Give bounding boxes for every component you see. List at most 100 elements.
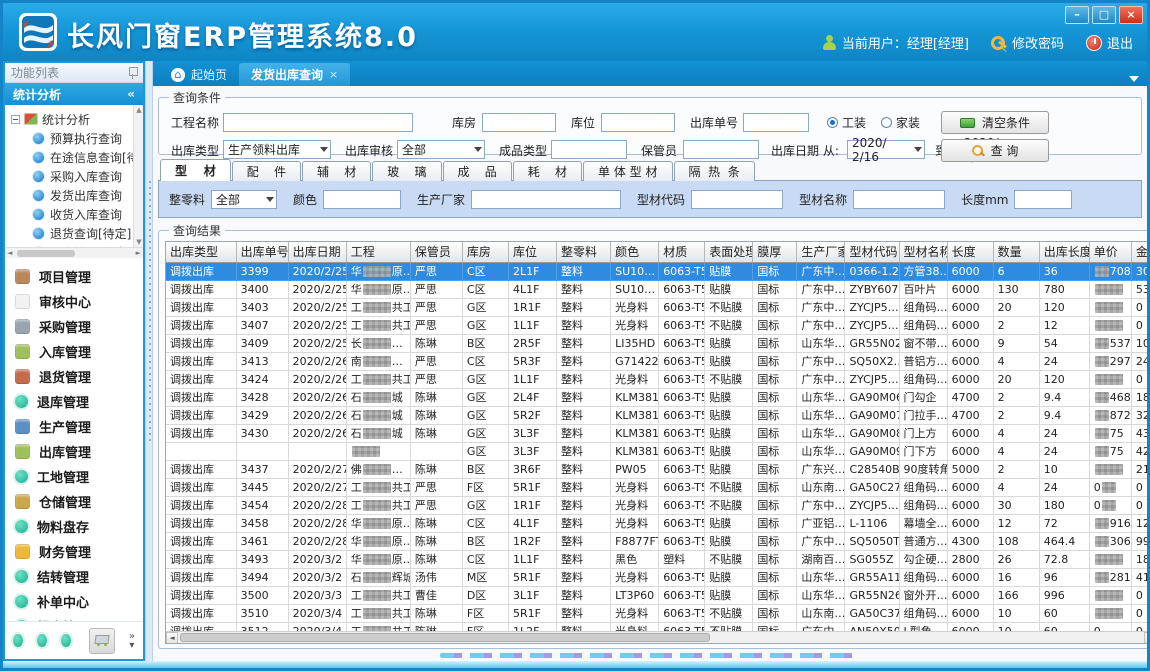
table-row[interactable]: 调拨出库34032020/2/25工共工程严思G区1R1F整料光身料6063-T… xyxy=(166,298,1147,316)
location-input[interactable] xyxy=(601,113,675,132)
table-row[interactable]: G区3L3F整料KLM38176063-T5贴膜国标山东华…GA90M09.门下… xyxy=(166,442,1147,460)
material-tab-5[interactable]: 耗 材 xyxy=(513,161,582,181)
tree-item[interactable]: 在途信息查询[待 xyxy=(11,148,143,167)
column-header[interactable]: 出库单号 xyxy=(236,242,288,262)
table-row[interactable]: 调拨出库35102020/3/4工共工程陈琳F区5R1F整料光身料6063-T5… xyxy=(166,604,1147,622)
section-header[interactable]: 统计分析 « xyxy=(5,83,143,105)
project-name-input[interactable] xyxy=(223,113,413,132)
color-input[interactable] xyxy=(323,190,401,209)
column-header[interactable]: 表面处理 xyxy=(705,242,753,262)
column-header[interactable]: 出库长度 xyxy=(1039,242,1089,262)
pin-icon[interactable] xyxy=(128,67,137,79)
radio-home[interactable]: 家装 xyxy=(881,114,920,131)
material-tab-1[interactable]: 配 件 xyxy=(232,161,301,181)
material-tab-4[interactable]: 成 品 xyxy=(443,161,512,181)
scrollbar-thumb[interactable] xyxy=(180,633,710,642)
column-header[interactable]: 出库日期 xyxy=(288,242,346,262)
table-row[interactable]: 调拨出库34092020/2/25长…陈琳B区2R5F整料LI35HD6063-… xyxy=(166,334,1147,352)
column-header[interactable]: 膜厚 xyxy=(753,242,797,262)
module-cart-button[interactable] xyxy=(89,628,115,654)
column-header[interactable]: 材质 xyxy=(659,242,705,262)
column-header[interactable]: 单价 xyxy=(1089,242,1131,262)
material-tab-6[interactable]: 单 体 型 材 xyxy=(583,161,672,181)
sidebar-module-circle[interactable]: 物料盘存 xyxy=(15,514,143,539)
table-row[interactable]: 调拨出库33992020/2/25华原…严思C区2L1F整料SU10…6063-… xyxy=(166,262,1147,280)
column-header[interactable]: 整零料 xyxy=(557,242,611,262)
keeper-input[interactable] xyxy=(683,140,759,159)
material-tab-7[interactable]: 隔 热 条 xyxy=(674,161,755,181)
sidebar-splitter[interactable] xyxy=(145,61,153,661)
material-tab-3[interactable]: 玻 璃 xyxy=(372,161,441,181)
scrollbar-thumb[interactable] xyxy=(17,250,75,257)
tree-vertical-scrollbar[interactable]: ▲ ▼ xyxy=(133,105,143,247)
tab-close-icon[interactable]: × xyxy=(329,68,338,81)
sidebar-module-folder[interactable]: 财务管理 xyxy=(15,539,143,564)
profile-code-input[interactable] xyxy=(691,190,783,209)
table-row[interactable]: 调拨出库35122020/3/4工共工程陈琳F区1L2F整料光身料6063-T5… xyxy=(166,622,1147,631)
table-row[interactable]: 调拨出库34542020/2/28工共工程严思G区1R1F整料光身料6063-T… xyxy=(166,496,1147,514)
column-header[interactable]: 生产厂家 xyxy=(797,242,845,262)
warehouse-input[interactable] xyxy=(482,113,556,132)
column-header[interactable]: 库位 xyxy=(508,242,556,262)
table-row[interactable]: 调拨出库34302020/2/26石城陈琳G区3L3F整料KLM38176063… xyxy=(166,424,1147,442)
sidebar-module-clipboard[interactable]: 项目管理 xyxy=(15,264,143,289)
sidebar-module-note[interactable]: 审核中心 xyxy=(15,289,143,314)
audit-select[interactable]: 全部 xyxy=(397,140,485,159)
tree-root[interactable]: 统计分析 xyxy=(11,109,143,129)
table-row[interactable]: 调拨出库34452020/2/27工共工程严思F区5R1F整料光身料6063-T… xyxy=(166,478,1147,496)
sidebar-module-circle[interactable]: 退库管理 xyxy=(15,389,143,414)
sidebar-module-cart-in[interactable]: 入库管理 xyxy=(15,339,143,364)
sidebar-module-circle[interactable]: 工地管理 xyxy=(15,464,143,489)
tab-home[interactable]: ⌂ 起始页 xyxy=(159,63,239,86)
close-button[interactable]: × xyxy=(1119,6,1143,24)
minimize-button[interactable]: – xyxy=(1065,6,1089,24)
column-header[interactable]: 颜色 xyxy=(611,242,659,262)
scroll-right-icon[interactable]: ► xyxy=(1144,632,1147,644)
column-header[interactable]: 型材代码 xyxy=(845,242,899,262)
tree-item[interactable]: 发货出库查询 xyxy=(11,186,143,205)
material-tab-2[interactable]: 辅 材 xyxy=(302,161,371,181)
manufacturer-input[interactable] xyxy=(471,190,621,209)
table-row[interactable]: 调拨出库35002020/3/3工共工程曹佳D区3L1F整料LT3P606063… xyxy=(166,586,1147,604)
sidebar-module-circle[interactable]: 报废管理 xyxy=(15,614,143,621)
tree-item[interactable]: 采购入库查询 xyxy=(11,167,143,186)
sidebar-module-circle[interactable]: 补单中心 xyxy=(15,589,143,614)
table-horizontal-scrollbar[interactable]: ◄ ► xyxy=(166,631,1147,643)
sidebar-module-cart[interactable]: 采购管理 xyxy=(15,314,143,339)
sidebar-module-warehouse[interactable]: 仓储管理 xyxy=(15,489,143,514)
table-row[interactable]: 调拨出库34372020/2/27佛…陈琳B区3R6F整料PW056063-T5… xyxy=(166,460,1147,478)
column-header[interactable]: 保管员 xyxy=(410,242,462,262)
table-row[interactable]: 调拨出库34942020/3/2石辉城汤伟M区5R1F整料光身料6063-T5贴… xyxy=(166,568,1147,586)
tree-expander-icon[interactable] xyxy=(11,115,20,124)
table-row[interactable]: 调拨出库34002020/2/25华原…严思C区4L1F整料SU10…6063-… xyxy=(166,280,1147,298)
scroll-left-icon[interactable]: ◄ xyxy=(166,632,178,644)
table-row[interactable]: 调拨出库34612020/2/28华原…陈琳B区1R2F整料F8877FT606… xyxy=(166,532,1147,550)
table-row[interactable]: 调拨出库34292020/2/26石城陈琳G区5R2F整料KLM38176063… xyxy=(166,406,1147,424)
outbound-type-select[interactable]: 生产领料出库 xyxy=(223,140,331,159)
sidebar-module-cart-return[interactable]: 退货管理 xyxy=(15,364,143,389)
module-dot-icon[interactable] xyxy=(13,634,23,647)
module-dot-icon[interactable] xyxy=(37,634,47,647)
column-header[interactable]: 金 xyxy=(1131,242,1147,262)
column-header[interactable]: 长度 xyxy=(947,242,993,262)
sidebar-module-circle[interactable]: 结转管理 xyxy=(15,564,143,589)
table-row[interactable]: 调拨出库34282020/2/26石城陈琳G区2L4F整料KLM38176063… xyxy=(166,388,1147,406)
search-button[interactable]: 查 询 xyxy=(941,139,1049,162)
table-row[interactable]: 调拨出库34932020/3/2华原…陈琳C区1L1F整料黑色塑料不贴膜国标湖南… xyxy=(166,550,1147,568)
change-password-button[interactable]: 修改密码 xyxy=(991,33,1064,52)
radio-workwear[interactable]: 工装 xyxy=(827,114,866,131)
order-no-input[interactable] xyxy=(743,113,809,132)
tree-horizontal-scrollbar[interactable]: ◄ ► xyxy=(5,247,143,258)
sidebar-module-cart-out[interactable]: 出库管理 xyxy=(15,439,143,464)
column-header[interactable]: 型材名称 xyxy=(899,242,947,262)
module-dot-icon[interactable] xyxy=(61,634,71,647)
table-row[interactable]: 调拨出库34132020/2/26南…严思C区5R3F整料G714226063-… xyxy=(166,352,1147,370)
sidebar-module-chart[interactable]: 生产管理 xyxy=(15,414,143,439)
material-tab-0[interactable]: 型 材 xyxy=(160,159,231,181)
tree-item[interactable]: 预算执行查询 xyxy=(11,129,143,148)
column-header[interactable]: 工程 xyxy=(346,242,410,262)
product-type-input[interactable] xyxy=(551,140,627,159)
profile-name-input[interactable] xyxy=(853,190,945,209)
maximize-button[interactable]: □ xyxy=(1092,6,1116,24)
column-header[interactable]: 库房 xyxy=(462,242,508,262)
